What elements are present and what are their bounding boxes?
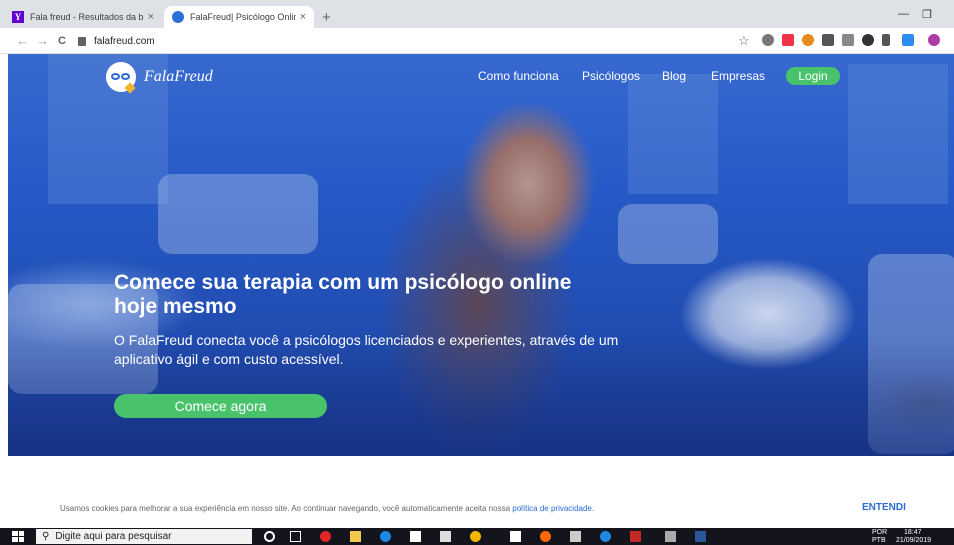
new-tab-button[interactable]: + (322, 9, 331, 26)
tab-title: FalaFreud| Psicólogo Online | Ta (190, 12, 296, 22)
app-icon[interactable] (630, 531, 641, 542)
extension-icon[interactable] (862, 34, 874, 46)
search-placeholder: Digite aqui para pesquisar (55, 531, 172, 542)
tab-falafreud[interactable]: FalaFreud| Psicólogo Online | Ta × (164, 6, 314, 28)
close-tab-icon[interactable]: × (148, 11, 154, 23)
calendar-icon[interactable] (570, 531, 581, 542)
cookie-period: . (591, 504, 595, 513)
extension-icon[interactable] (902, 34, 914, 46)
extension-icon[interactable] (802, 34, 814, 46)
chrome-icon[interactable] (470, 531, 481, 542)
language-indicator[interactable]: POR (872, 529, 887, 536)
cookie-banner: Usamos cookies para melhorar a sua exper… (0, 490, 954, 528)
store-icon[interactable] (410, 531, 421, 542)
accept-cookies-button[interactable]: ENTENDI (862, 502, 906, 513)
extension-icon[interactable] (762, 34, 774, 46)
firefox-icon[interactable] (540, 531, 551, 542)
lang-bottom: PTB (872, 537, 886, 544)
extension-icon[interactable] (782, 34, 794, 46)
subtitle-line: O FalaFreud conecta você a psicólogos li… (114, 332, 619, 348)
extension-icon[interactable] (882, 34, 890, 46)
nav-blog[interactable]: Blog (662, 69, 686, 83)
language-indicator-sub: PTB (872, 537, 886, 544)
privacy-policy-link[interactable]: política de privacidade (512, 504, 592, 513)
opera-icon[interactable] (320, 531, 331, 542)
windows-taskbar: ⚲ Digite aqui para pesquisar POR PTB 18:… (0, 528, 954, 545)
headline-line: Comece sua terapia com um psicólogo onli… (114, 271, 572, 294)
tab-title: Fala freud - Resultados da busca (30, 12, 144, 22)
site-logo[interactable]: FalaFreud (106, 62, 213, 94)
search-icon: ⚲ (42, 531, 50, 542)
mail-icon[interactable] (440, 531, 451, 542)
cortana-icon[interactable] (264, 531, 275, 542)
maximize-button[interactable]: ❐ (922, 8, 932, 21)
lang-top: POR (872, 529, 888, 536)
start-now-button[interactable]: Comece agora (114, 394, 327, 418)
falafreud-favicon-icon (172, 11, 184, 23)
edge-icon[interactable] (380, 531, 391, 542)
lock-icon (78, 36, 86, 46)
nav-como-funciona[interactable]: Como funciona (478, 69, 559, 83)
login-button[interactable]: Login (786, 67, 840, 85)
url-text: falafreud.com (94, 35, 155, 47)
notepad-icon[interactable] (510, 531, 521, 542)
clock-date: 21/09/2019 (896, 537, 932, 544)
clock-time[interactable]: 18:47 (904, 529, 922, 536)
taskbar-search-input[interactable]: ⚲ Digite aqui para pesquisar (36, 529, 252, 544)
reload-button[interactable]: C (58, 35, 66, 47)
extension-icon[interactable] (842, 34, 854, 46)
tab-search-results[interactable]: Y Fala freud - Resultados da busca × (4, 6, 162, 28)
hero-subtitle: O FalaFreud conecta você a psicólogos li… (114, 331, 644, 369)
subtitle-line: aplicativo ágil e com custo acessível. (114, 351, 344, 367)
word-icon[interactable] (695, 531, 706, 542)
file-explorer-icon[interactable] (350, 531, 361, 542)
back-button[interactable]: ← (16, 33, 29, 48)
windows-start-icon[interactable] (12, 531, 24, 542)
minimize-button[interactable]: — (898, 8, 909, 20)
yahoo-favicon-icon: Y (12, 11, 24, 23)
cookie-message: Usamos cookies para melhorar a sua exper… (60, 504, 594, 513)
hero-headline: Comece sua terapia com um psicólogo onli… (114, 271, 634, 319)
headline-line: hoje mesmo (114, 295, 237, 318)
nav-empresas[interactable]: Empresas (711, 69, 765, 83)
browser-toolbar: ← → C falafreud.com ☆ (0, 28, 954, 54)
extension-icon[interactable] (822, 34, 834, 46)
forward-button[interactable]: → (36, 33, 49, 48)
browser-tab-strip: Y Fala freud - Resultados da busca × Fal… (0, 0, 954, 28)
profile-avatar[interactable] (928, 34, 940, 46)
cookie-text: Usamos cookies para melhorar a sua exper… (60, 504, 513, 513)
glasses-logo-icon (106, 62, 136, 94)
bookmark-star-icon[interactable]: ☆ (738, 33, 750, 49)
task-view-icon[interactable] (290, 531, 301, 542)
logo-text: FalaFreud (144, 68, 213, 85)
app-icon[interactable] (665, 531, 676, 542)
nav-psicologos[interactable]: Psicólogos (582, 69, 640, 83)
address-bar[interactable]: falafreud.com (78, 32, 718, 50)
close-tab-icon[interactable]: × (300, 11, 306, 23)
internet-explorer-icon[interactable] (600, 531, 611, 542)
